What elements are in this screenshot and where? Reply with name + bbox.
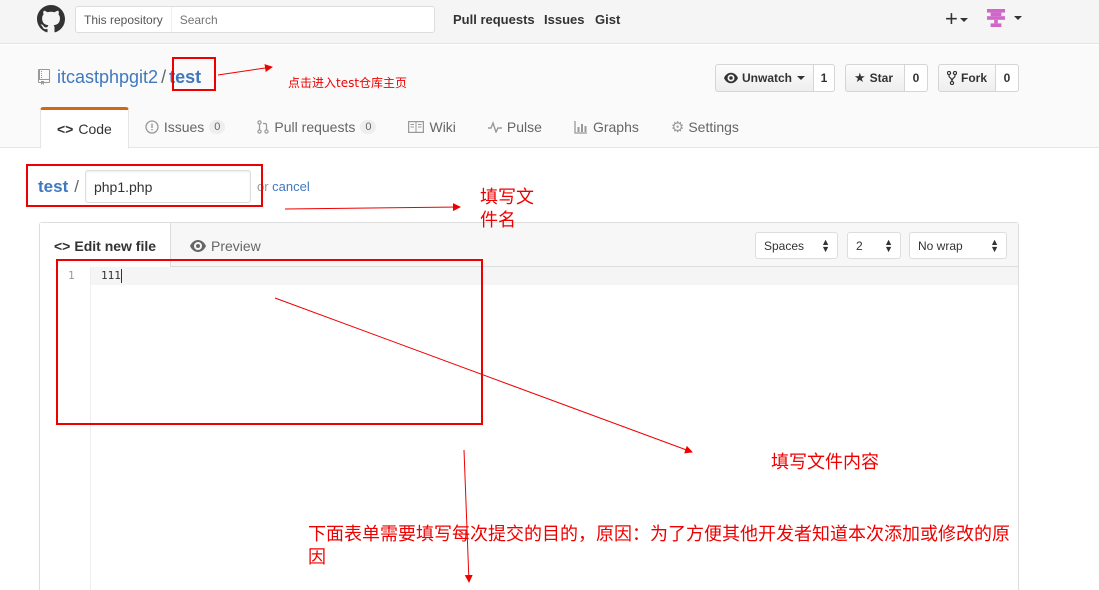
pull-requests-count-badge: 0 bbox=[360, 120, 377, 134]
fork-icon bbox=[947, 71, 957, 85]
cancel-link[interactable]: cancel bbox=[272, 179, 310, 194]
annotation-commit: 下面表单需要填写每次提交的目的，原因：为了方便其他开发者知道本次添加或修改的原 … bbox=[308, 523, 1098, 569]
chevron-down-icon bbox=[1013, 16, 1022, 20]
code-icon: <> bbox=[57, 121, 74, 137]
tab-code-label: Code bbox=[78, 121, 112, 137]
fork-label: Fork bbox=[960, 71, 987, 85]
chevron-down-icon bbox=[959, 18, 968, 23]
issues-count-badge: 0 bbox=[209, 120, 226, 134]
github-logo-icon[interactable] bbox=[37, 5, 65, 33]
preview-tab-label: Preview bbox=[211, 237, 261, 254]
fork-button[interactable]: Fork bbox=[938, 64, 996, 92]
tab-pull-requests[interactable]: Pull requests 0 bbox=[241, 107, 392, 147]
tab-graphs[interactable]: Graphs bbox=[558, 107, 655, 147]
select-arrows-icon: ▲ ▼ bbox=[990, 237, 999, 254]
search-box[interactable]: This repository bbox=[75, 6, 435, 33]
plus-icon: + bbox=[945, 6, 958, 31]
edit-tab-label: Edit new file bbox=[74, 237, 157, 254]
indent-mode-select[interactable]: Spaces ▲ ▼ bbox=[755, 232, 838, 259]
tab-wiki-label: Wiki bbox=[429, 119, 456, 135]
nav-gist[interactable]: Gist bbox=[595, 12, 620, 27]
nav-pull-requests[interactable]: Pull requests bbox=[453, 12, 535, 27]
tab-pulse-label: Pulse bbox=[506, 119, 542, 135]
search-input[interactable] bbox=[171, 12, 352, 27]
eye-icon bbox=[724, 72, 738, 84]
tab-wiki[interactable]: Wiki bbox=[392, 107, 471, 147]
annotation-content: 填写文件内容 bbox=[771, 452, 879, 473]
annotation-box-repo-name bbox=[172, 57, 216, 91]
repo-header: itcastphpgit2/test Unwatch 1 ★ Star 0 Fo… bbox=[0, 45, 1099, 149]
chevron-down-icon bbox=[797, 76, 805, 80]
code-icon: <> bbox=[54, 237, 71, 254]
tab-issues-label: Issues bbox=[163, 119, 205, 135]
indent-size-value: 2 bbox=[856, 238, 863, 253]
search-scope-label: This repository bbox=[76, 7, 172, 32]
repo-tabs: <> Code Issues 0 Pull requests 0 Wiki Pu… bbox=[40, 107, 755, 149]
unwatch-button[interactable]: Unwatch bbox=[715, 64, 814, 92]
annotation-filename-line-2: 件名 bbox=[480, 210, 516, 231]
repo-title-separator: / bbox=[161, 67, 167, 87]
annotation-box-filename bbox=[26, 164, 263, 207]
unwatch-label: Unwatch bbox=[741, 71, 792, 85]
git-pull-request-icon bbox=[257, 120, 270, 134]
top-header: This repository Pull requests Issues Gis… bbox=[0, 0, 1099, 44]
star-icon: ★ bbox=[854, 70, 866, 85]
forks-count[interactable]: 0 bbox=[996, 64, 1019, 92]
user-menu-button[interactable] bbox=[986, 9, 1022, 27]
tab-settings[interactable]: ⚙ Settings bbox=[655, 107, 755, 147]
indent-mode-value: Spaces bbox=[764, 238, 805, 253]
graph-icon bbox=[574, 121, 587, 134]
wrap-mode-select[interactable]: No wrap ▲ ▼ bbox=[909, 232, 1007, 259]
select-arrows-icon: ▲ ▼ bbox=[884, 237, 893, 254]
select-arrows-icon: ▲ ▼ bbox=[821, 237, 830, 254]
annotation-filename: 填写文 件名 bbox=[480, 186, 534, 232]
annotation-repo-home: 点击进入test仓库主页 bbox=[288, 76, 408, 90]
new-menu-button[interactable]: + bbox=[945, 6, 968, 32]
star-label: Star bbox=[869, 71, 893, 85]
watchers-count[interactable]: 1 bbox=[814, 64, 835, 92]
wrap-mode-value: No wrap bbox=[918, 238, 963, 253]
repo-owner-link[interactable]: itcastphpgit2 bbox=[57, 67, 158, 87]
arrow-filename bbox=[284, 203, 461, 212]
gear-icon: ⚙ bbox=[670, 119, 685, 136]
tab-settings-label: Settings bbox=[688, 119, 739, 135]
annotation-commit-line-2: 因 bbox=[308, 547, 326, 568]
repo-icon bbox=[38, 69, 50, 85]
tab-pull-requests-label: Pull requests bbox=[274, 119, 356, 135]
avatar bbox=[987, 9, 1005, 27]
nav-issues[interactable]: Issues bbox=[544, 12, 584, 27]
eye-icon bbox=[190, 239, 206, 252]
indent-size-select[interactable]: 2 ▲ ▼ bbox=[847, 232, 901, 259]
tab-graphs-label: Graphs bbox=[592, 119, 639, 135]
book-icon bbox=[408, 121, 425, 133]
pulse-icon bbox=[487, 121, 502, 133]
tab-pulse[interactable]: Pulse bbox=[472, 107, 558, 147]
annotation-box-content bbox=[56, 259, 483, 425]
stargazers-count[interactable]: 0 bbox=[905, 64, 928, 92]
star-button[interactable]: ★ Star bbox=[845, 64, 905, 92]
issue-opened-icon bbox=[145, 120, 159, 134]
tab-code[interactable]: <> Code bbox=[40, 107, 129, 149]
annotation-filename-line-1: 填写文 bbox=[480, 187, 534, 208]
tab-issues[interactable]: Issues 0 bbox=[129, 107, 242, 147]
cancel-text: or cancel bbox=[257, 179, 310, 194]
annotation-commit-line-1: 下面表单需要填写每次提交的目的，原因：为了方便其他开发者知道本次添加或修改的原 bbox=[308, 524, 1010, 545]
